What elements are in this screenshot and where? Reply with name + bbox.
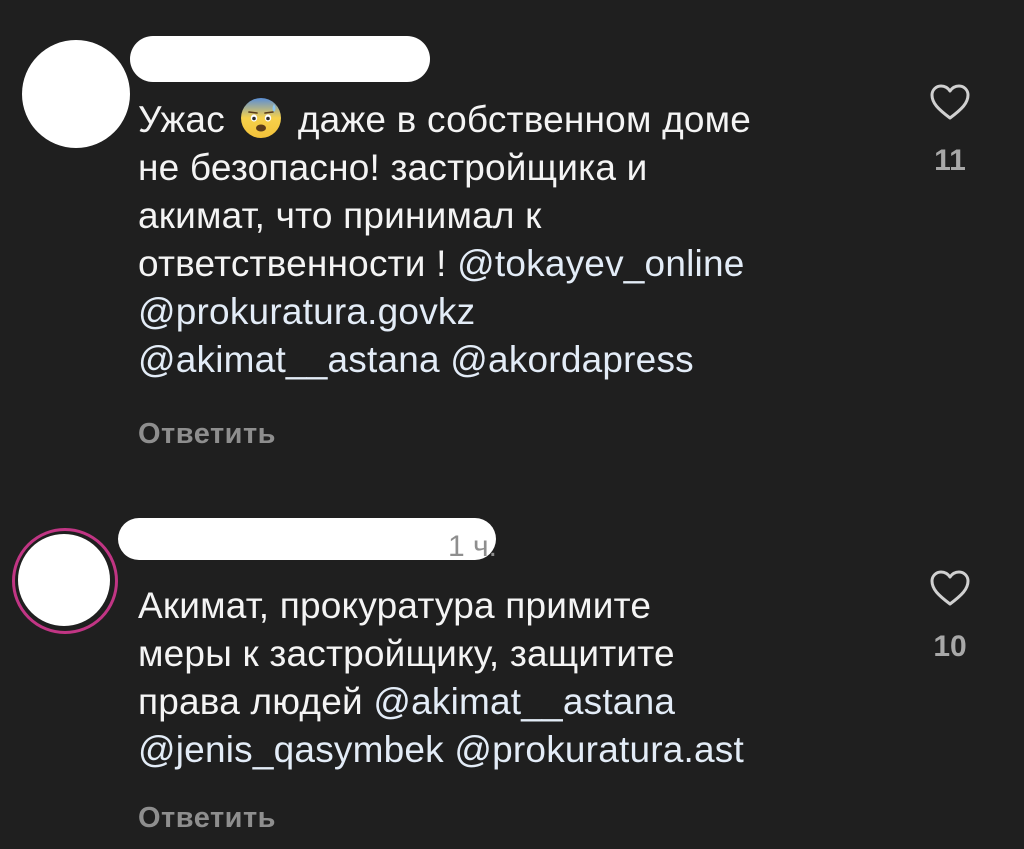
comment-text-part: даже в собственном доме	[297, 99, 752, 140]
redacted-username	[118, 518, 496, 560]
mention-link[interactable]: @prokuratura.govkz	[138, 291, 475, 332]
comment-text: Акимат, прокуратура примите меры к застр…	[138, 582, 878, 774]
comment-item: 1 ч. Акимат, прокуратура примите меры к …	[0, 500, 1024, 849]
anxious-face-with-sweat-icon	[241, 98, 282, 138]
comment-text-part: Ужас	[138, 99, 225, 140]
mention-link[interactable]: @akimat__astana	[138, 339, 440, 380]
comment-line: Ужас даже в собственном доме	[138, 96, 878, 144]
mention-link[interactable]: @prokuratura.ast	[454, 729, 744, 770]
comment-line: Акимат, прокуратура примите	[138, 585, 652, 626]
comment-item: Ужас даже в собственном доме не безопасн…	[0, 0, 1024, 480]
comment-line: меры к застройщику, защитите	[138, 633, 675, 674]
like-count: 10	[933, 630, 967, 663]
like-button[interactable]: 11	[920, 82, 980, 178]
comment-line: @prokuratura.govkz	[138, 288, 878, 336]
mention-link[interactable]: @akimat__astana	[373, 681, 675, 722]
mention-link[interactable]: @jenis_qasymbek	[138, 729, 444, 770]
comment-line: @jenis_qasymbek @prokuratura.ast	[138, 726, 878, 774]
reply-button[interactable]: Ответить	[138, 802, 276, 835]
comment-text-part: права людей	[138, 681, 363, 722]
heart-outline-icon	[930, 570, 970, 606]
comment-timestamp: 1 ч.	[448, 530, 497, 563]
comment-line: @akimat__astana @akordapress	[138, 336, 878, 384]
reply-button[interactable]: Ответить	[138, 418, 276, 451]
comment-line: ответственности ! @tokayev_online	[138, 240, 878, 288]
comment-line: не безопасно! застройщика и	[138, 147, 648, 188]
avatar[interactable]	[18, 534, 110, 626]
like-count: 11	[934, 144, 966, 177]
comment-text-part: ответственности !	[138, 243, 447, 284]
avatar[interactable]	[22, 40, 130, 148]
redacted-username	[130, 36, 430, 82]
comment-line: права людей @akimat__astana	[138, 678, 878, 726]
mention-link[interactable]: @akordapress	[450, 339, 694, 380]
like-button[interactable]: 10	[920, 568, 980, 664]
mention-link[interactable]: @tokayev_online	[457, 243, 744, 284]
comment-line: акимат, что принимал к	[138, 195, 542, 236]
comment-text: Ужас даже в собственном доме не безопасн…	[138, 96, 878, 384]
heart-outline-icon	[930, 84, 970, 120]
